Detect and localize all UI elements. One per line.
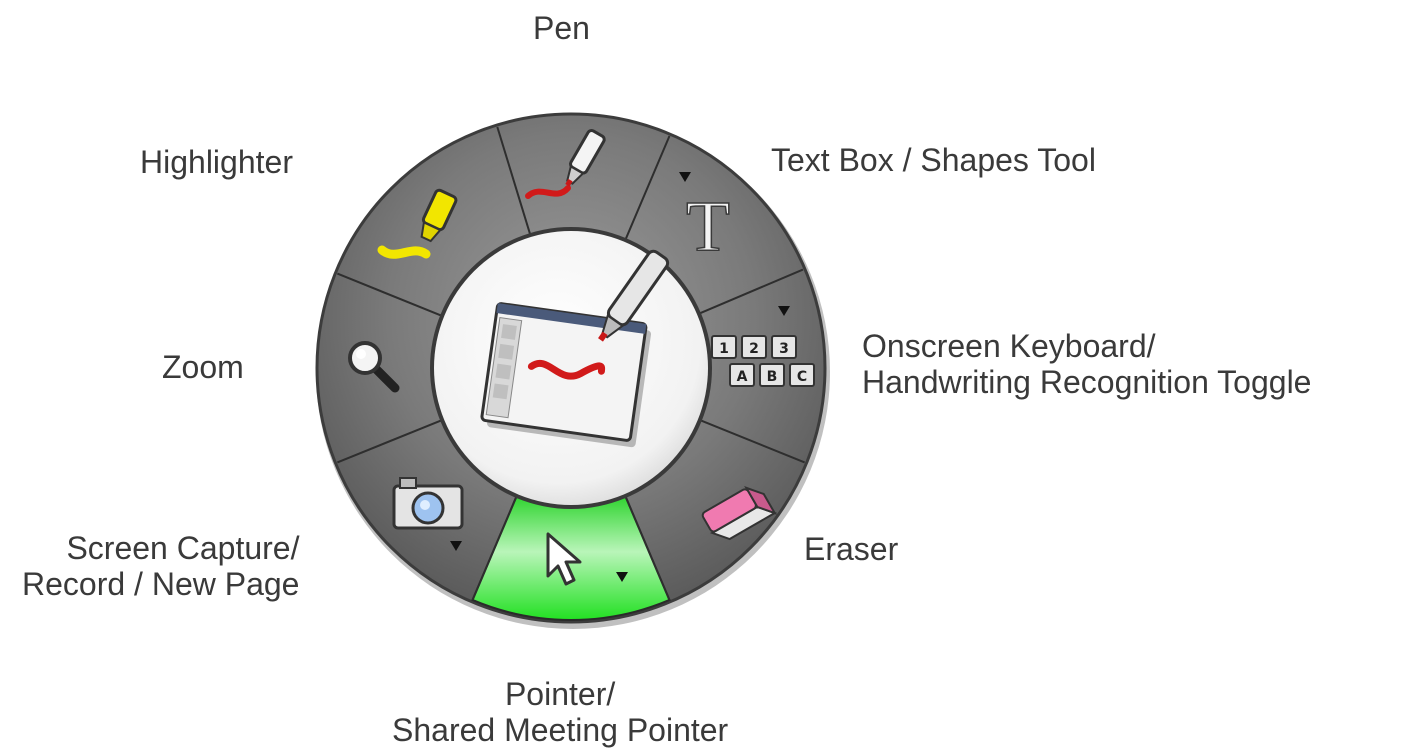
keyboard-key-label: 2 (749, 341, 759, 357)
floating-tools-wheel: T 1 2 3 A B C (315, 112, 830, 629)
text-tool-icon[interactable]: T (679, 172, 731, 267)
keyboard-key-label: A (737, 369, 748, 385)
keyboard-key-label: C (797, 369, 807, 385)
floating-tools-diagram: Pen Highlighter Text Box / Shapes Tool O… (0, 0, 1416, 754)
text-tool-glyph: T (686, 186, 730, 266)
keyboard-key-label: 1 (719, 341, 729, 357)
keyboard-key-label: B (767, 369, 778, 385)
keyboard-key-label: 3 (779, 341, 789, 357)
